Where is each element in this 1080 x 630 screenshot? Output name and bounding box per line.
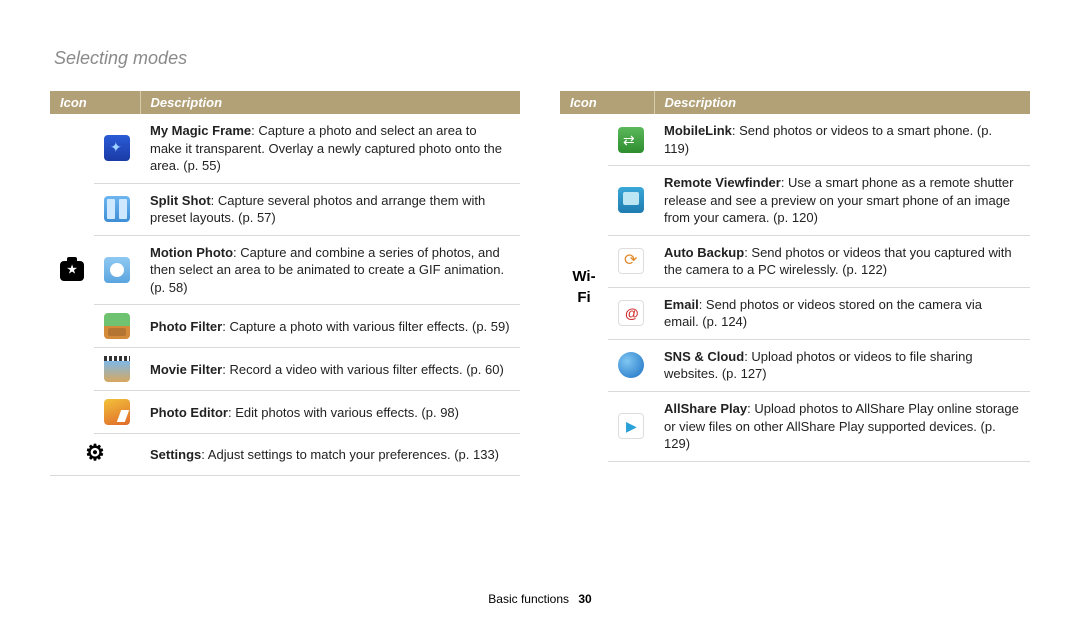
- desc-cell: Auto Backup: Send photos or videos that …: [654, 235, 1030, 287]
- desc-cell: Photo Editor: Edit photos with various e…: [140, 391, 520, 434]
- table-row: Motion Photo: Capture and combine a seri…: [50, 235, 520, 305]
- table-row: Remote Viewfinder: Use a smart phone as …: [560, 166, 1030, 236]
- desc-cell: My Magic Frame: Capture a photo and sele…: [140, 114, 520, 183]
- allshare-play-icon: [618, 413, 644, 439]
- magic-frame-icon: [104, 135, 130, 161]
- movie-filter-icon: [104, 356, 130, 382]
- table-row: Split Shot: Capture several photos and a…: [50, 183, 520, 235]
- photo-filter-icon: [104, 313, 130, 339]
- table-row: Photo Editor: Edit photos with various e…: [50, 391, 520, 434]
- desc-cell: Settings: Adjust settings to match your …: [140, 434, 520, 475]
- desc-cell: SNS & Cloud: Upload photos or videos to …: [654, 339, 1030, 391]
- table-row: My Magic Frame: Capture a photo and sele…: [50, 114, 520, 183]
- email-icon: [618, 300, 644, 326]
- table-row: AllShare Play: Upload photos to AllShare…: [560, 392, 1030, 462]
- remote-viewfinder-icon: [618, 187, 644, 213]
- desc-cell: Photo Filter: Capture a photo with vario…: [140, 305, 520, 348]
- category-cell-camera: [50, 114, 94, 434]
- table-header-row: Icon Description: [50, 91, 520, 114]
- table-row-settings: ⚙ Settings: Adjust settings to match you…: [50, 434, 520, 475]
- table-row: Wi-Fi MobileLink: Send photos or videos …: [560, 114, 1030, 166]
- table-row: Movie Filter: Record a video with variou…: [50, 348, 520, 391]
- table-row: SNS & Cloud: Upload photos or videos to …: [560, 339, 1030, 391]
- footer-page-number: 30: [578, 592, 591, 606]
- desc-cell: Movie Filter: Record a video with variou…: [140, 348, 520, 391]
- footer-section: Basic functions: [488, 592, 569, 606]
- table-header-row: Icon Description: [560, 91, 1030, 114]
- header-icon: Icon: [50, 91, 140, 114]
- desc-cell: Motion Photo: Capture and combine a seri…: [140, 235, 520, 305]
- header-icon: Icon: [560, 91, 654, 114]
- header-description: Description: [140, 91, 520, 114]
- desc-cell: AllShare Play: Upload photos to AllShare…: [654, 392, 1030, 462]
- split-shot-icon: [104, 196, 130, 222]
- auto-backup-icon: [618, 248, 644, 274]
- desc-cell: Split Shot: Capture several photos and a…: [140, 183, 520, 235]
- motion-photo-icon: [104, 257, 130, 283]
- header-description: Description: [654, 91, 1030, 114]
- table-row: Email: Send photos or videos stored on t…: [560, 287, 1030, 339]
- table-row: Auto Backup: Send photos or videos that …: [560, 235, 1030, 287]
- camera-star-icon: [60, 261, 84, 281]
- photo-editor-icon: [104, 399, 130, 425]
- desc-cell: MobileLink: Send photos or videos to a s…: [654, 114, 1030, 166]
- page-footer: Basic functions 30: [0, 592, 1080, 606]
- category-cell-settings: ⚙: [50, 434, 140, 475]
- left-column: Icon Description My Magic Frame: Capture…: [50, 91, 520, 476]
- right-column: Icon Description Wi-Fi MobileLink: Send …: [560, 91, 1030, 476]
- right-table: Icon Description Wi-Fi MobileLink: Send …: [560, 91, 1030, 462]
- left-table: Icon Description My Magic Frame: Capture…: [50, 91, 520, 476]
- sns-cloud-icon: [618, 352, 644, 378]
- content-columns: Icon Description My Magic Frame: Capture…: [50, 91, 1030, 476]
- page-title: Selecting modes: [54, 48, 1030, 69]
- mobilelink-icon: [618, 127, 644, 153]
- gear-icon: ⚙: [84, 442, 106, 464]
- desc-cell: Remote Viewfinder: Use a smart phone as …: [654, 166, 1030, 236]
- table-row: Photo Filter: Capture a photo with vario…: [50, 305, 520, 348]
- desc-cell: Email: Send photos or videos stored on t…: [654, 287, 1030, 339]
- category-cell-wifi: Wi-Fi: [560, 114, 608, 461]
